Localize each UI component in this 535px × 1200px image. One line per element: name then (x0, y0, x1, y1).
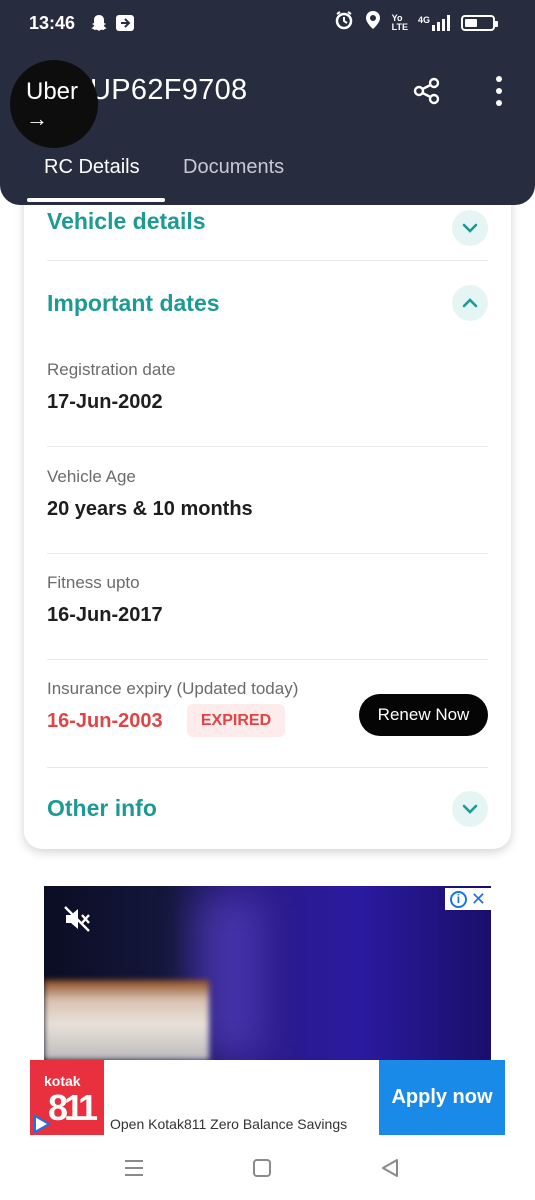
rc-details-card: Vehicle details Important dates Registra… (24, 170, 511, 849)
menu-icon[interactable] (122, 1156, 146, 1180)
ad-triangle-icon (32, 1114, 52, 1134)
registration-date-label: Registration date (47, 360, 176, 379)
divider (47, 767, 488, 768)
divider (47, 446, 488, 447)
ad-text: Open Kotak811 Zero Balance Savings (110, 1116, 348, 1132)
alarm-icon (334, 10, 354, 35)
adchoices-badge[interactable]: i ✕ (445, 888, 491, 910)
chevron-down-icon[interactable] (452, 791, 488, 827)
uber-floating-bubble[interactable]: Uber → (10, 60, 98, 148)
tab-documents[interactable]: Documents (183, 156, 284, 179)
close-icon[interactable]: ✕ (471, 890, 486, 908)
insurance-expiry-value: 16-Jun-2003 (47, 710, 163, 732)
divider (47, 553, 488, 554)
volte-icon: Yo LTE (391, 12, 408, 32)
section-title-vehicle-details: Vehicle details (47, 208, 206, 234)
vehicle-age-value: 20 years & 10 months (47, 498, 253, 520)
apply-now-button[interactable]: Apply now (379, 1060, 505, 1135)
fitness-upto-value: 16-Jun-2017 (47, 604, 163, 626)
section-other-info[interactable]: Other info (24, 780, 511, 840)
snapchat-icon (88, 12, 110, 34)
arrow-right-icon: → (26, 106, 48, 131)
section-title-other-info: Other info (47, 795, 157, 821)
status-time: 13:46 (29, 13, 76, 33)
vehicle-age-label: Vehicle Age (47, 467, 136, 486)
divider (47, 659, 488, 660)
signal-icon: 4G (418, 14, 451, 31)
chevron-up-icon[interactable] (452, 285, 488, 321)
mute-icon[interactable] (62, 904, 92, 934)
kotak-811-mark: 811 (48, 1087, 98, 1128)
status-bar: 13:46 Yo LTE 4G (0, 0, 535, 48)
status-icons: Yo LTE 4G (334, 10, 498, 35)
vehicle-number-title: UP62F9708 (90, 74, 248, 106)
uber-logo: Uber (26, 78, 79, 105)
info-icon[interactable]: i (449, 890, 467, 908)
location-icon (364, 10, 382, 35)
battery-fill (465, 18, 477, 27)
section-title-important-dates: Important dates (47, 290, 220, 316)
tab-bar: RC Details Documents (0, 150, 535, 205)
ad-banner[interactable]: kotak 811 Open Kotak811 Zero Balance Sav… (30, 1060, 505, 1135)
system-nav-bar (0, 1136, 535, 1200)
more-options-icon[interactable] (489, 76, 509, 106)
ad-video[interactable]: i ✕ (44, 886, 491, 1060)
chevron-down-icon[interactable] (452, 210, 488, 246)
renew-now-button[interactable]: Renew Now (359, 694, 488, 736)
share-icon[interactable] (412, 76, 442, 106)
video-frame (44, 980, 209, 1060)
back-icon[interactable] (378, 1156, 402, 1180)
home-icon[interactable] (250, 1156, 274, 1180)
fitness-upto-label: Fitness upto (47, 573, 140, 592)
expired-badge: EXPIRED (187, 704, 285, 737)
insurance-expiry-label: Insurance expiry (Updated today) (47, 679, 299, 698)
battery-icon (461, 14, 498, 31)
cast-icon (114, 12, 136, 34)
registration-date-value: 17-Jun-2002 (47, 391, 163, 413)
section-important-dates[interactable]: Important dates (24, 275, 511, 335)
tab-rc-details[interactable]: RC Details (44, 156, 140, 179)
divider (47, 260, 488, 261)
active-tab-indicator (27, 198, 165, 202)
